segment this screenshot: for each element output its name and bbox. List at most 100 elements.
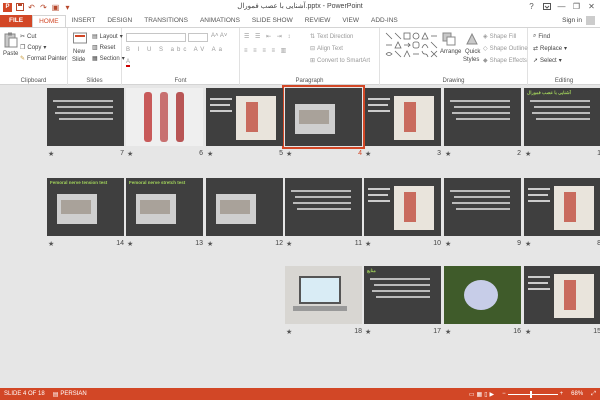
tab-view[interactable]: VIEW [336, 15, 365, 27]
transition-star-icon[interactable]: ★ [445, 240, 451, 248]
restore-button[interactable]: ❐ [570, 1, 583, 12]
cut-button[interactable]: ✂ Cut [20, 33, 36, 41]
transition-star-icon[interactable]: ★ [207, 150, 213, 158]
transition-star-icon[interactable]: ★ [525, 150, 531, 158]
reading-view-icon[interactable]: ▯ [484, 391, 487, 398]
tab-insert[interactable]: INSERT [66, 15, 102, 27]
slide-thumbnail-10[interactable] [364, 178, 441, 236]
copy-button[interactable]: ❐ Copy ▾ [20, 44, 46, 52]
new-slide-button[interactable]: New [73, 49, 85, 55]
quick-styles-button-line2[interactable]: Styles [463, 57, 479, 63]
transition-star-icon[interactable]: ★ [365, 240, 371, 248]
slide-thumbnail-3[interactable] [364, 88, 441, 146]
quick-styles-icon[interactable] [465, 32, 479, 48]
language-indicator[interactable]: ▤ PERSIAN [49, 391, 91, 398]
view-buttons[interactable]: ▭ ▦ ▯ ▶ [465, 391, 498, 398]
arrange-icon[interactable] [442, 32, 456, 48]
slideshow-view-icon[interactable]: ▶ [490, 391, 495, 398]
format-painter-button[interactable]: ✎ Format Painter [20, 55, 67, 63]
font-color-button[interactable]: A [126, 59, 131, 67]
transition-star-icon[interactable]: ★ [286, 240, 292, 248]
layout-button[interactable]: ▤ Layout ▾ [92, 33, 123, 41]
zoom-track[interactable] [507, 390, 558, 398]
font-size-field[interactable] [188, 33, 208, 42]
save-icon[interactable] [15, 3, 24, 12]
transition-star-icon[interactable]: ★ [525, 328, 531, 336]
tab-transitions[interactable]: TRANSITIONS [138, 15, 194, 27]
tab-file[interactable]: FILE [0, 15, 33, 27]
close-button[interactable]: ✕ [585, 1, 598, 12]
slide-thumbnail-17[interactable]: منابع [364, 266, 441, 324]
slide-thumbnail-1[interactable]: آشنایی با عصب فمورال [524, 88, 600, 146]
transition-star-icon[interactable]: ★ [127, 240, 133, 248]
transition-star-icon[interactable]: ★ [286, 328, 292, 336]
sign-in-link[interactable]: Sign in [562, 17, 582, 24]
slide-thumbnail-13[interactable]: Femoral nerve stretch test [126, 178, 203, 236]
transition-star-icon[interactable]: ★ [48, 150, 54, 158]
align-text-button[interactable]: ⊟ Align Text [310, 45, 343, 53]
redo-icon[interactable]: ↷ [39, 3, 48, 12]
list-buttons[interactable]: ☰ ☰ ⇤ ⇥ ↕ [244, 33, 292, 40]
select-button[interactable]: ➚ Select ▾ [533, 57, 562, 65]
font-format-buttons[interactable]: B I U S abc AV Aa [126, 47, 225, 53]
start-slideshow-icon[interactable]: ▣ [51, 3, 60, 12]
slide-thumbnail-11[interactable] [285, 178, 362, 236]
tab-add-ins[interactable]: ADD-INS [365, 15, 404, 27]
fit-slide-icon[interactable]: ⤢ [587, 391, 600, 398]
slide-thumbnail-6[interactable] [126, 88, 203, 146]
tab-slide-show[interactable]: SLIDE SHOW [246, 15, 299, 27]
transition-star-icon[interactable]: ★ [445, 328, 451, 336]
transition-star-icon[interactable]: ★ [286, 150, 292, 158]
shape-fill-button[interactable]: ◈ Shape Fill [483, 33, 516, 41]
customize-qat-icon[interactable]: ▾ [63, 3, 72, 12]
slide-thumbnail-12[interactable] [206, 178, 283, 236]
tab-design[interactable]: DESIGN [101, 15, 138, 27]
font-size-buttons[interactable]: A˄ A˅ [211, 33, 227, 39]
reset-button[interactable]: ▥ Reset [92, 44, 115, 52]
transition-star-icon[interactable]: ★ [365, 150, 371, 158]
tab-home[interactable]: HOME [32, 15, 66, 27]
zoom-out-icon[interactable]: − [502, 391, 506, 397]
font-name-field[interactable] [126, 33, 186, 42]
text-direction-button[interactable]: ⇅ Text Direction [310, 33, 353, 41]
ribbon-display-options-icon[interactable] [540, 1, 553, 12]
find-button[interactable]: ⌕ Find [533, 33, 550, 40]
transition-star-icon[interactable]: ★ [445, 150, 451, 158]
user-avatar-icon[interactable] [586, 16, 595, 25]
slide-thumbnail-4[interactable] [282, 85, 365, 149]
tab-review[interactable]: REVIEW [299, 15, 337, 27]
slide-thumbnail-15[interactable] [524, 266, 600, 324]
tab-animations[interactable]: ANIMATIONS [194, 15, 246, 27]
shapes-gallery[interactable] [384, 31, 438, 65]
slide-thumbnail-7[interactable] [47, 88, 124, 146]
new-slide-button-line2[interactable]: Slide [72, 57, 85, 63]
help-button[interactable]: ? [525, 1, 538, 12]
alignment-buttons[interactable]: ≡ ≡ ≡ ≡ ▥ [244, 47, 288, 54]
replace-button[interactable]: ⇄ Replace ▾ [533, 45, 567, 53]
paste-button[interactable]: Paste [3, 51, 18, 57]
paste-icon[interactable] [4, 32, 18, 48]
zoom-in-icon[interactable]: + [560, 391, 564, 397]
zoom-thumb[interactable] [529, 390, 532, 398]
new-slide-icon[interactable] [73, 32, 87, 48]
shape-effects-button[interactable]: ◆ Shape Effects [483, 57, 527, 65]
slide-thumbnail-18[interactable] [285, 266, 362, 324]
slide-thumbnail-8[interactable] [524, 178, 600, 236]
normal-view-icon[interactable]: ▭ [469, 391, 475, 398]
transition-star-icon[interactable]: ★ [48, 240, 54, 248]
zoom-slider[interactable]: − + [498, 390, 567, 398]
transition-star-icon[interactable]: ★ [525, 240, 531, 248]
arrange-button[interactable]: Arrange [440, 49, 461, 55]
slide-thumbnail-16[interactable] [444, 266, 521, 324]
zoom-level[interactable]: 68% [567, 391, 587, 397]
slide-thumbnail-2[interactable] [444, 88, 521, 146]
slide-thumbnail-5[interactable] [206, 88, 283, 146]
smartart-button[interactable]: ⊞ Convert to SmartArt [310, 57, 370, 65]
slide-thumbnail-14[interactable]: Femoral nerve tension test [47, 178, 124, 236]
quick-styles-button[interactable]: Quick [465, 49, 480, 55]
transition-star-icon[interactable]: ★ [127, 150, 133, 158]
transition-star-icon[interactable]: ★ [207, 240, 213, 248]
minimize-button[interactable]: — [555, 1, 568, 12]
section-button[interactable]: ▦ Section ▾ [92, 55, 125, 63]
slide-thumbnail-9[interactable] [444, 178, 521, 236]
